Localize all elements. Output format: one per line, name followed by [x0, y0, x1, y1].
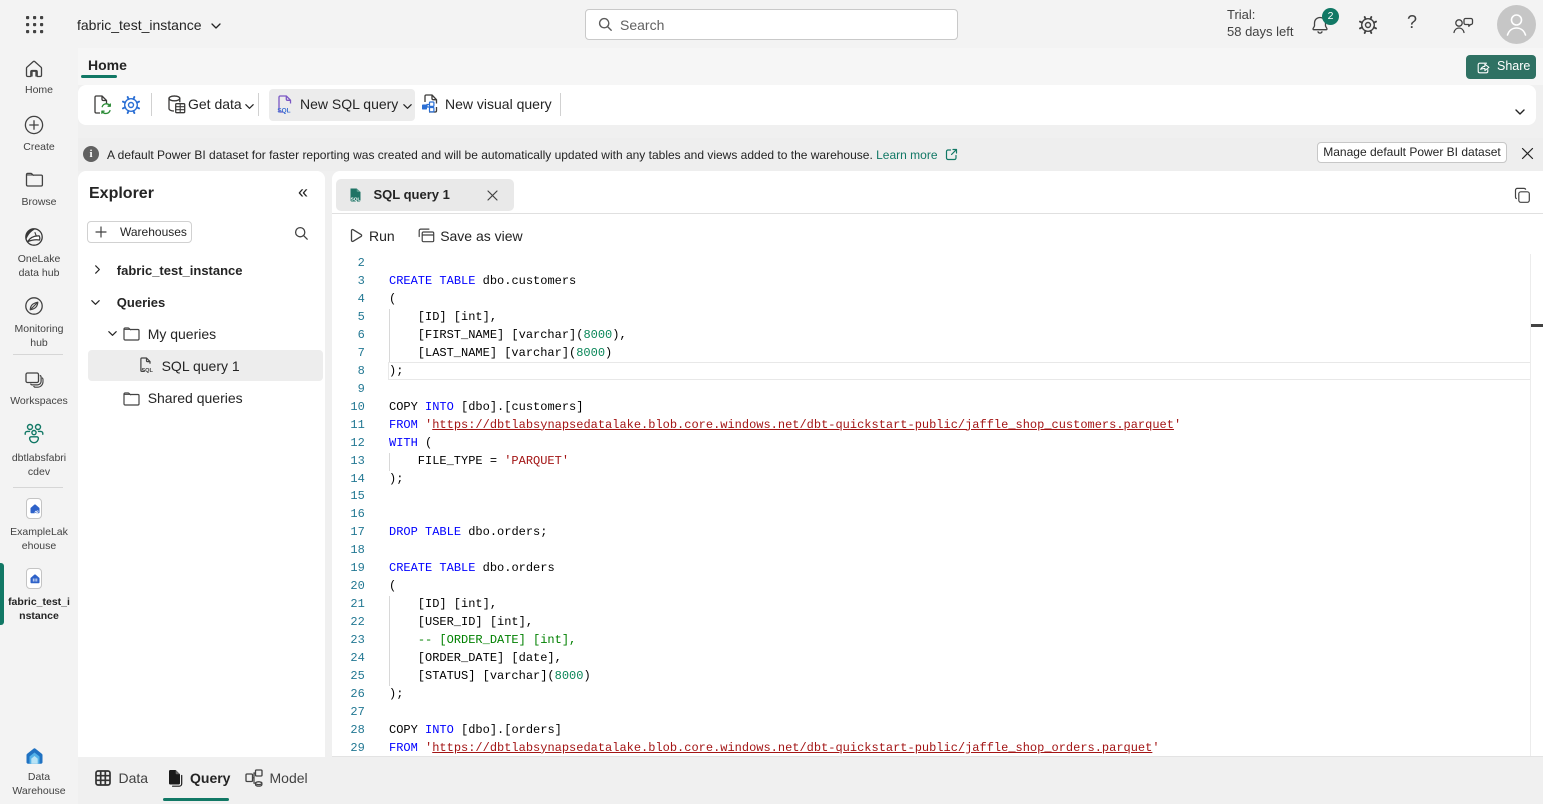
svg-text:SQL: SQL: [351, 196, 361, 202]
svg-text:SQL: SQL: [141, 368, 153, 373]
svg-text:SQL: SQL: [277, 108, 290, 115]
